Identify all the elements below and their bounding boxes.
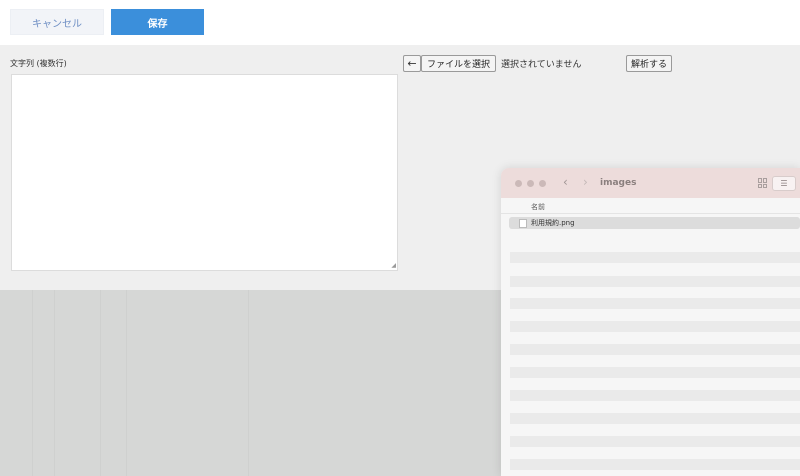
grid-view-icon[interactable] (758, 178, 768, 188)
text-field-label: 文字列 (複数行) (10, 59, 67, 68)
empty-row-stripe (510, 367, 800, 378)
grid-cell (763, 183, 767, 188)
file-input-row: ← ファイルを選択 選択されていません (403, 55, 581, 72)
empty-row-stripe (510, 298, 800, 309)
empty-row-stripe (510, 459, 800, 470)
top-toolbar: キャンセル 保存 (0, 0, 800, 45)
empty-row-stripe (510, 413, 800, 424)
background-line (248, 290, 249, 476)
background-line (100, 290, 101, 476)
name-column-header[interactable]: 名前 (531, 202, 545, 212)
forward-arrow-icon[interactable]: › (583, 175, 588, 189)
grid-cell (758, 178, 762, 183)
minimize-window-icon[interactable] (527, 180, 534, 187)
multiline-text-input[interactable]: ◢ (11, 74, 398, 271)
background-line (54, 290, 55, 476)
file-icon (519, 218, 527, 228)
empty-row-stripe (510, 276, 800, 287)
zoom-window-icon[interactable] (539, 180, 546, 187)
empty-row-stripe (510, 252, 800, 263)
empty-row-stripe (510, 321, 800, 332)
empty-row-stripe (510, 390, 800, 401)
background-line (32, 290, 33, 476)
file-nav-button[interactable]: ← (403, 55, 421, 72)
choose-file-button[interactable]: ファイルを選択 (421, 55, 497, 72)
finder-titlebar[interactable]: ‹ › images ☰ (501, 168, 800, 198)
empty-row-stripe (510, 436, 800, 447)
background-line (126, 290, 127, 476)
grid-cell (758, 183, 762, 188)
finder-folder-title: images (600, 178, 637, 188)
file-status-text: 選択されていません (501, 60, 582, 70)
finder-window: ‹ › images ☰ 名前 利用規約.png (501, 168, 800, 476)
empty-row-stripe (510, 344, 800, 355)
back-arrow-icon[interactable]: ‹ (563, 175, 568, 189)
list-view-icon[interactable]: ☰ (772, 176, 796, 191)
resize-grip-icon[interactable]: ◢ (391, 263, 396, 269)
save-button[interactable]: 保存 (111, 9, 204, 35)
analyze-button[interactable]: 解析する (626, 55, 673, 72)
file-name: 利用規約.png (531, 219, 575, 227)
file-row[interactable]: 利用規約.png (509, 217, 800, 229)
cancel-button[interactable]: キャンセル (10, 9, 104, 35)
close-window-icon[interactable] (515, 180, 522, 187)
header-divider (501, 213, 800, 214)
grid-cell (763, 178, 767, 183)
